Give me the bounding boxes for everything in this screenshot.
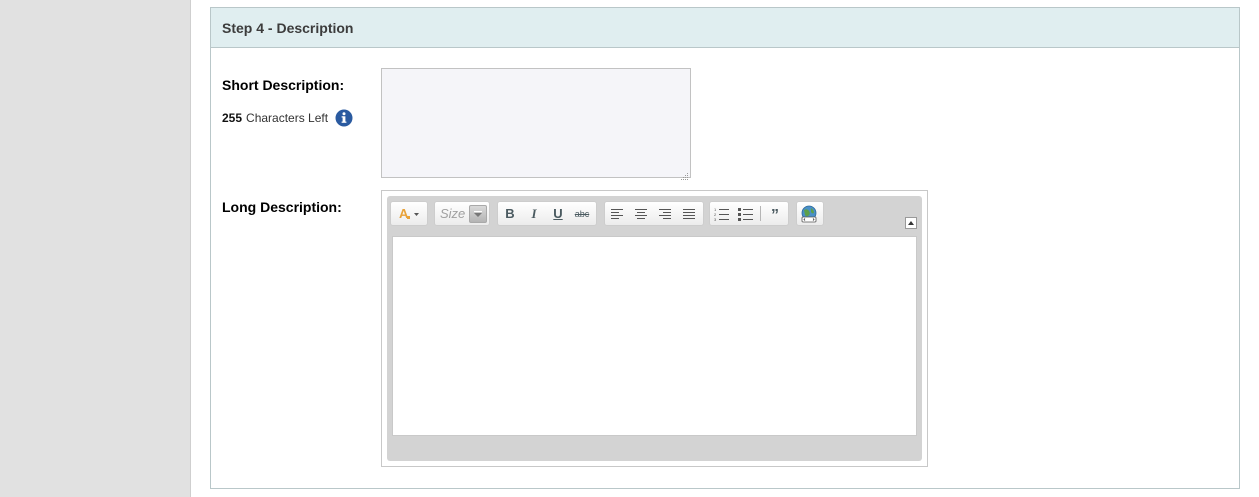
left-gutter [0, 0, 191, 497]
align-center-button[interactable] [629, 202, 653, 225]
chevron-down-icon[interactable] [469, 204, 488, 223]
align-left-button[interactable] [605, 202, 629, 225]
blockquote-button[interactable]: ” [763, 200, 787, 227]
characters-left-counter: 255 Characters Left [222, 109, 353, 127]
panel-header: Step 4 - Description [211, 8, 1239, 48]
characters-left-text: Characters Left [246, 111, 329, 125]
source-group [796, 201, 824, 226]
align-center-icon [635, 208, 647, 219]
bold-button[interactable]: B [498, 202, 522, 225]
font-color-group: A [390, 201, 428, 226]
characters-left-count: 255 [222, 111, 243, 125]
globe-source-icon [801, 205, 817, 222]
section-title: Step 4 - Description [222, 19, 354, 36]
size-group: Size [434, 201, 490, 226]
svg-text:3: 3 [714, 217, 717, 221]
resize-grip-icon[interactable] [681, 168, 689, 180]
editor-frame: A Size B I U abc 1 2 3 ” [387, 196, 922, 461]
size-select[interactable]: Size [435, 202, 488, 225]
description-panel: Step 4 - Description Short Description: … [210, 7, 1240, 489]
list-group: 123 ” [709, 201, 789, 226]
short-description-input[interactable] [381, 68, 691, 178]
bulleted-list-icon [738, 207, 753, 221]
underline-button[interactable]: U [546, 202, 570, 225]
numbered-list-button[interactable]: 123 [710, 202, 734, 225]
source-button[interactable] [797, 202, 821, 225]
alignment-group [604, 201, 704, 226]
bulleted-list-button[interactable] [734, 202, 758, 225]
justify-button[interactable] [677, 202, 701, 225]
font-color-button[interactable]: A [391, 202, 427, 225]
info-icon[interactable] [335, 109, 353, 127]
rich-text-editor: A Size B I U abc 1 2 3 ” [381, 190, 928, 467]
toolbar-separator [760, 206, 761, 221]
strikethrough-button[interactable]: abc [570, 202, 594, 225]
numbered-list-icon: 123 [714, 207, 729, 221]
italic-button[interactable]: I [522, 202, 546, 225]
long-description-label: Long Description: [222, 199, 342, 215]
triangle-up-icon [908, 221, 914, 225]
font-color-icon: A [399, 206, 419, 221]
short-description-label: Short Description: [222, 77, 345, 93]
long-description-editor-area[interactable] [392, 236, 917, 436]
align-right-icon [659, 208, 671, 219]
size-placeholder: Size [440, 206, 466, 221]
editor-toolbar: A Size B I U abc 1 2 3 ” [387, 196, 922, 232]
align-left-icon [611, 208, 623, 219]
text-style-group: B I U abc [497, 201, 597, 226]
align-right-button[interactable] [653, 202, 677, 225]
collapse-toolbar-button[interactable] [905, 217, 917, 229]
justify-icon [683, 208, 695, 219]
